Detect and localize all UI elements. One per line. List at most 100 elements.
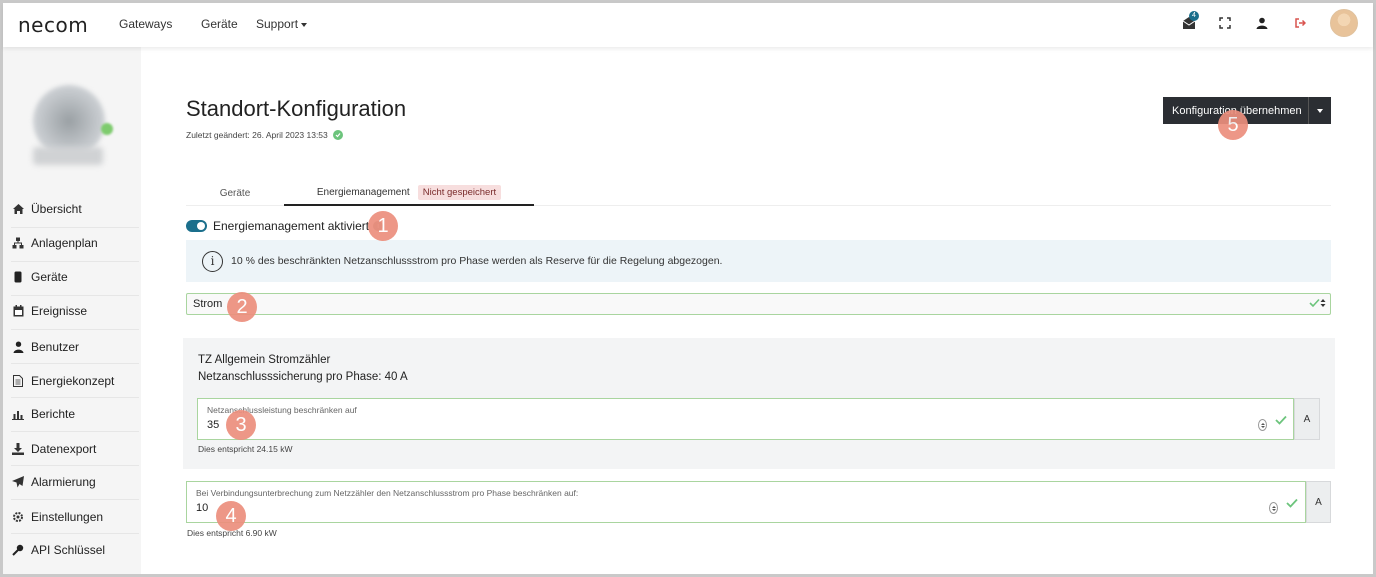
- sidebar-item-label: Übersicht: [31, 202, 82, 216]
- logo[interactable]: necom: [18, 13, 88, 37]
- user-icon[interactable]: [1254, 15, 1270, 31]
- bar-chart-icon: [11, 407, 25, 421]
- sidebar-item-label: Datenexport: [31, 442, 97, 456]
- check-icon: [1286, 495, 1298, 513]
- status-indicator: [101, 123, 113, 135]
- meter-fuse: Netzanschlusssicherung pro Phase: 40 A: [198, 371, 408, 383]
- sidebar-item-anlagenplan[interactable]: Anlagenplan: [11, 233, 98, 253]
- sidebar-item-label: Anlagenplan: [31, 236, 98, 250]
- sidebar-item-label: Alarmierung: [31, 475, 96, 489]
- sidebar-item-einstellungen[interactable]: Einstellungen: [11, 507, 103, 527]
- stepper-down-icon: [1271, 508, 1276, 511]
- divider: [11, 465, 139, 466]
- energy-management-toggle-label: Energiemanagement aktiviert: [213, 219, 370, 233]
- limit-hint: Dies entspricht 24.15 kW: [198, 444, 293, 454]
- apply-options-toggle[interactable]: [1308, 97, 1331, 124]
- nav-gateways[interactable]: Gateways: [119, 17, 172, 31]
- stepper-down-icon: [1260, 425, 1265, 428]
- sidebar-item-datenexport[interactable]: Datenexport: [11, 439, 96, 459]
- callout-2: 2: [227, 292, 257, 322]
- divider: [11, 499, 139, 500]
- key-icon: [11, 543, 25, 557]
- stepper-up-icon: [1260, 422, 1265, 425]
- stepper-up-icon: [1271, 505, 1276, 508]
- callout-1: 1: [368, 211, 398, 241]
- document-icon: [11, 374, 25, 388]
- calendar-icon: [11, 304, 25, 318]
- chevron-down-icon: [1317, 108, 1323, 113]
- fallback-unit: A: [1306, 481, 1331, 523]
- check-circle-icon: [332, 130, 343, 140]
- unsaved-badge: Nicht gespeichert: [417, 184, 502, 200]
- callout-4: 4: [216, 501, 246, 531]
- energy-management-toggle[interactable]: [186, 220, 207, 232]
- sitemap-icon: [11, 236, 25, 250]
- fullscreen-icon[interactable]: [1217, 15, 1233, 31]
- sidebar-item-label: Ereignisse: [31, 304, 88, 318]
- device-icon: [11, 270, 25, 284]
- meter-name: TZ Allgemein Stromzähler: [198, 354, 331, 366]
- reserve-info-box: i 10 % des beschränkten Netzanschlussstr…: [186, 240, 1331, 282]
- sidebar-item-label: API Schlüssel: [31, 543, 106, 557]
- sidebar-item-label: Geräte: [31, 270, 68, 284]
- divider: [11, 363, 139, 364]
- sidebar-item-label: Benutzer: [31, 340, 80, 354]
- divider: [11, 329, 139, 330]
- logout-icon[interactable]: [1292, 15, 1308, 31]
- sidebar-item-benutzer[interactable]: Benutzer: [11, 337, 79, 357]
- fallback-limit-value: 10: [196, 502, 209, 514]
- sidebar-item-api-schluessel[interactable]: API Schlüssel: [11, 540, 105, 560]
- user-icon: [11, 340, 25, 354]
- divider: [11, 431, 139, 432]
- sort-arrows-icon: [1320, 299, 1326, 307]
- home-icon: [11, 202, 25, 216]
- nav-support-dropdown[interactable]: Support: [256, 17, 308, 31]
- control-mode-value: Strom: [193, 298, 223, 310]
- nav-geraete[interactable]: Geräte: [201, 17, 238, 31]
- sidebar-item-energiekonzept[interactable]: Energiekonzept: [11, 371, 114, 391]
- tab-energiemanagement-label: Energiemanagement: [316, 186, 410, 198]
- tab-geraete[interactable]: Geräte: [186, 180, 284, 206]
- divider: [11, 261, 139, 262]
- chevron-down-icon: [301, 22, 308, 27]
- divider: [11, 227, 139, 228]
- limit-power-value: 35: [207, 419, 220, 431]
- page-title: Standort-Konfiguration: [186, 96, 407, 121]
- tab-energiemanagement[interactable]: Energiemanagement Nicht gespeichert: [284, 180, 534, 206]
- paper-plane-icon: [11, 475, 25, 489]
- select-end: [1309, 298, 1326, 308]
- nav-support-label: Support: [256, 17, 299, 31]
- sidebar-item-ereignisse[interactable]: Ereignisse: [11, 301, 87, 321]
- limit-power-field[interactable]: Netzanschlussleistung beschränken auf 35: [197, 398, 1294, 440]
- site-name-blurred: [33, 147, 103, 165]
- check-icon: [1309, 298, 1320, 308]
- last-changed-info: Zuletzt geändert: 26. April 2023 13:53: [186, 130, 343, 140]
- tab-bar: Geräte Energiemanagement Nicht gespeiche…: [186, 180, 1331, 206]
- number-stepper[interactable]: [1269, 502, 1278, 514]
- avatar[interactable]: [1330, 9, 1358, 37]
- top-navbar: necom Gateways Geräte Support 4: [3, 3, 1373, 47]
- reserve-info-text: 10 % des beschränkten Netzanschlussstrom…: [231, 255, 723, 267]
- sidebar-item-alarmierung[interactable]: Alarmierung: [11, 472, 96, 492]
- sidebar-item-uebersicht[interactable]: Übersicht: [11, 199, 82, 219]
- fallback-limit-field[interactable]: Bei Verbindungsunterbrechung zum Netzzäh…: [186, 481, 1306, 523]
- divider: [11, 533, 139, 534]
- callout-5: 5: [1218, 110, 1248, 140]
- sidebar: Übersicht Anlagenplan Geräte Ereignisse …: [3, 47, 141, 574]
- sidebar-item-berichte[interactable]: Berichte: [11, 404, 75, 424]
- control-mode-select[interactable]: Strom: [186, 293, 1331, 315]
- divider: [11, 397, 139, 398]
- fallback-limit-label: Bei Verbindungsunterbrechung zum Netzzäh…: [196, 488, 579, 498]
- sidebar-item-geraete[interactable]: Geräte: [11, 267, 68, 287]
- download-icon: [11, 442, 25, 456]
- energy-management-toggle-row: Energiemanagement aktiviert i: [186, 219, 384, 233]
- sidebar-item-label: Energiekonzept: [31, 374, 115, 388]
- notification-badge: 4: [1189, 11, 1199, 21]
- info-circle-icon: i: [202, 250, 223, 272]
- gear-icon: [11, 510, 25, 524]
- limit-unit: A: [1294, 398, 1320, 440]
- number-stepper[interactable]: [1258, 419, 1267, 431]
- last-changed-text: Zuletzt geändert: 26. April 2023 13:53: [186, 130, 328, 140]
- sidebar-item-label: Berichte: [31, 407, 76, 421]
- check-icon: [1275, 412, 1287, 430]
